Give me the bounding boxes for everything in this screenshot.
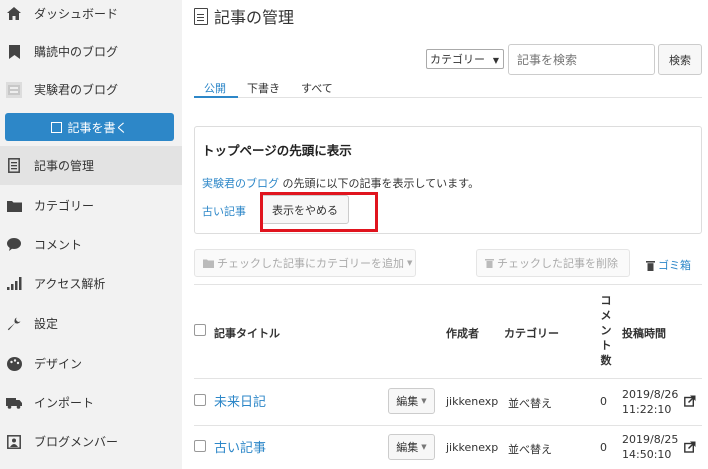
sidebar: ダッシュボード 購読中のブログ 実験君のブログ 記事を書く 記事の管理 カテゴリ… bbox=[0, 0, 182, 469]
column-header-comments: コメント数 bbox=[600, 294, 612, 367]
posted-time-cell: 11:22:10 bbox=[622, 403, 672, 416]
write-article-button[interactable]: 記事を書く bbox=[5, 113, 174, 141]
sidebar-item-label: 設定 bbox=[34, 317, 59, 331]
article-title-link[interactable]: 古い記事 bbox=[214, 437, 266, 456]
comment-count-cell: 0 bbox=[600, 441, 607, 454]
trash-link[interactable]: ゴミ箱 bbox=[646, 257, 691, 273]
sidebar-item-label: インポート bbox=[34, 396, 95, 410]
category-select[interactable]: カテゴリー ▼ bbox=[426, 49, 504, 69]
add-category-label: チェックした記事にカテゴリーを追加 bbox=[217, 257, 404, 270]
document-icon bbox=[6, 158, 22, 174]
external-link-icon[interactable] bbox=[684, 441, 696, 453]
panel-title: トップページの先頭に表示 bbox=[202, 143, 352, 158]
delete-checked-label: チェックした記事を削除 bbox=[497, 257, 618, 270]
sidebar-item-analytics[interactable]: アクセス解析 bbox=[0, 264, 182, 303]
page-title: 記事の管理 bbox=[194, 4, 294, 28]
sidebar-item-categories[interactable]: カテゴリー bbox=[0, 186, 182, 225]
author-cell: jikkenexp bbox=[446, 441, 499, 454]
posted-time-cell: 14:50:10 bbox=[622, 448, 672, 461]
sidebar-item-myblog[interactable]: 実験君のブログ bbox=[0, 70, 182, 109]
sidebar-item-settings[interactable]: 設定 bbox=[0, 304, 182, 343]
chevron-down-icon: ▼ bbox=[492, 56, 499, 65]
comment-count-cell: 0 bbox=[600, 395, 607, 408]
edit-button[interactable]: 編集 ▼ bbox=[388, 388, 435, 414]
blog-avatar-icon bbox=[6, 81, 22, 98]
add-category-button[interactable]: チェックした記事にカテゴリーを追加 ▼ bbox=[194, 249, 416, 277]
sidebar-item-import[interactable]: インポート bbox=[0, 383, 182, 422]
old-article-link[interactable]: 古い記事 bbox=[202, 203, 246, 219]
divider bbox=[194, 284, 702, 285]
comment-icon bbox=[6, 237, 22, 253]
panel-description: 実験君のブログ の先頭に以下の記事を表示しています。 bbox=[202, 175, 479, 191]
sidebar-item-label: アクセス解析 bbox=[34, 277, 106, 291]
bookmark-icon bbox=[6, 44, 22, 60]
sidebar-item-label: コメント bbox=[34, 238, 83, 252]
sidebar-item-label: 購読中のブログ bbox=[34, 45, 119, 59]
page-title-text: 記事の管理 bbox=[214, 8, 295, 27]
column-header-title: 記事タイトル bbox=[214, 327, 280, 340]
trash-icon bbox=[646, 260, 655, 271]
external-link-icon[interactable] bbox=[684, 395, 696, 407]
tab-bar: 公開 下書き すべて bbox=[194, 76, 702, 98]
sidebar-item-label: ダッシュボード bbox=[34, 7, 119, 21]
sidebar-item-members[interactable]: ブログメンバー bbox=[0, 422, 182, 461]
folder-icon bbox=[203, 259, 214, 268]
category-cell: 並べ替え bbox=[508, 443, 552, 456]
chevron-down-icon: ▼ bbox=[407, 259, 413, 267]
edit-icon bbox=[51, 121, 63, 133]
divider bbox=[194, 378, 702, 379]
bar-chart-icon bbox=[6, 276, 22, 292]
sidebar-item-dashboard[interactable]: ダッシュボード bbox=[0, 0, 182, 33]
sidebar-item-comments[interactable]: コメント bbox=[0, 225, 182, 264]
search-input[interactable] bbox=[508, 44, 655, 75]
palette-icon bbox=[6, 356, 22, 372]
edit-button-label: 編集 bbox=[396, 395, 419, 408]
document-icon bbox=[194, 7, 208, 25]
main-content: 記事の管理 カテゴリー ▼ 検索 公開 下書き すべて トップページの先頭に表示… bbox=[182, 0, 708, 469]
edit-button[interactable]: 編集 ▼ bbox=[388, 434, 435, 460]
wrench-icon bbox=[6, 316, 22, 332]
sidebar-item-label: カテゴリー bbox=[34, 199, 95, 213]
highlight-box bbox=[260, 192, 378, 232]
row-checkbox[interactable] bbox=[194, 394, 206, 406]
delete-checked-button[interactable]: チェックした記事を削除 bbox=[476, 249, 630, 277]
active-tab-indicator bbox=[194, 96, 238, 98]
author-cell: jikkenexp bbox=[446, 395, 499, 408]
category-cell: 並べ替え bbox=[508, 397, 552, 410]
column-header-posted: 投稿時間 bbox=[622, 327, 666, 340]
column-header-author: 作成者 bbox=[446, 327, 479, 340]
posted-date-cell: 2019/8/25 bbox=[622, 433, 679, 446]
sidebar-item-label: ブログメンバー bbox=[34, 435, 119, 449]
row-checkbox[interactable] bbox=[194, 440, 206, 452]
sidebar-item-label: 記事の管理 bbox=[34, 159, 95, 173]
tab-published[interactable]: 公開 bbox=[204, 80, 226, 96]
edit-button-label: 編集 bbox=[396, 441, 419, 454]
select-all-checkbox[interactable] bbox=[194, 324, 206, 336]
truck-icon bbox=[6, 395, 22, 411]
sidebar-item-subscriptions[interactable]: 購読中のブログ bbox=[0, 32, 182, 71]
blog-link[interactable]: 実験君のブログ bbox=[202, 177, 279, 190]
panel-description-text: の先頭に以下の記事を表示しています。 bbox=[279, 177, 480, 190]
category-select-value: カテゴリー bbox=[430, 53, 485, 66]
sidebar-item-design[interactable]: デザイン bbox=[0, 344, 182, 383]
tab-drafts[interactable]: 下書き bbox=[247, 80, 280, 96]
sidebar-item-label: 実験君のブログ bbox=[34, 83, 119, 97]
article-title-link[interactable]: 未来日記 bbox=[214, 391, 266, 410]
divider bbox=[194, 425, 702, 426]
featured-panel: トップページの先頭に表示 実験君のブログ の先頭に以下の記事を表示しています。 … bbox=[194, 126, 702, 234]
chevron-down-icon: ▼ bbox=[421, 397, 427, 405]
sidebar-item-manage-articles[interactable]: 記事の管理 bbox=[0, 146, 182, 185]
write-article-label: 記事を書く bbox=[67, 120, 128, 135]
trash-icon bbox=[485, 259, 494, 268]
members-icon bbox=[6, 434, 22, 450]
chevron-down-icon: ▼ bbox=[421, 443, 427, 451]
home-icon bbox=[6, 6, 22, 22]
column-header-category: カテゴリー bbox=[504, 327, 559, 340]
posted-date-cell: 2019/8/26 bbox=[622, 388, 679, 401]
folder-icon bbox=[6, 198, 22, 214]
search-button[interactable]: 検索 bbox=[658, 44, 702, 75]
trash-label: ゴミ箱 bbox=[658, 259, 691, 272]
sidebar-item-label: デザイン bbox=[34, 357, 83, 371]
tab-all[interactable]: すべて bbox=[301, 80, 333, 96]
